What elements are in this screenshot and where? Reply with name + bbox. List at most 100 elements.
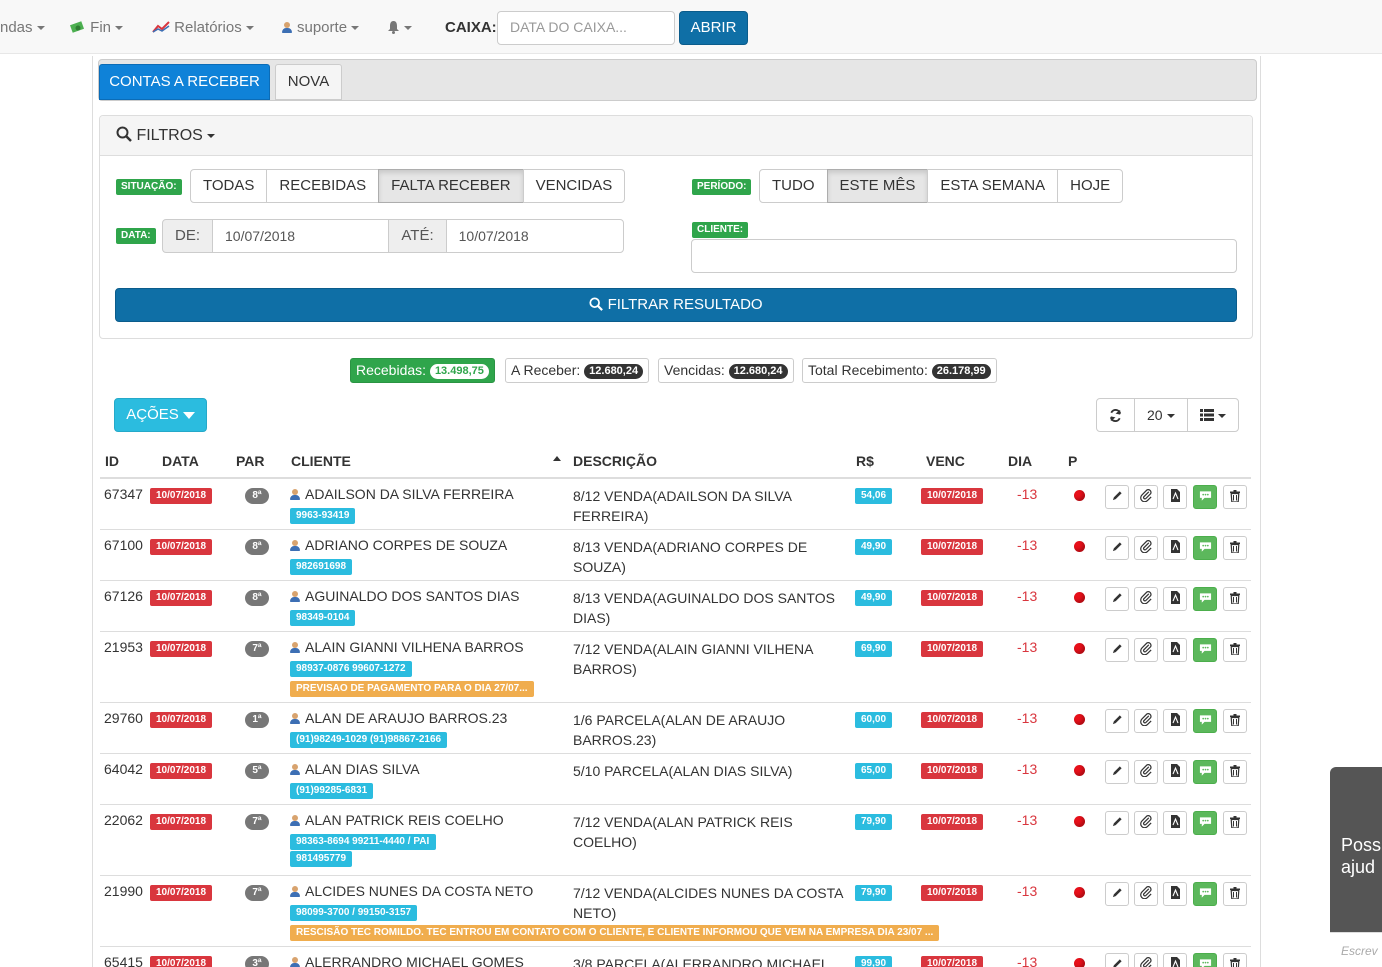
- col-header-descricao[interactable]: DESCRIÇÃO: [573, 453, 657, 469]
- row-cliente[interactable]: ALAN DIAS SILVA: [290, 761, 420, 777]
- pdf-button[interactable]: [1163, 882, 1187, 906]
- message-button[interactable]: [1193, 760, 1217, 784]
- pencil-icon: [1112, 816, 1123, 830]
- message-button[interactable]: [1193, 587, 1217, 611]
- nav-notifications-menu[interactable]: [387, 19, 412, 36]
- attach-button[interactable]: [1134, 709, 1158, 733]
- col-header-par[interactable]: PAR: [236, 453, 265, 469]
- delete-button[interactable]: [1223, 953, 1247, 967]
- row-phone-badge: 98099-3700 / 99150-3157: [290, 905, 418, 921]
- caixa-date-input[interactable]: DATA DO CAIXA...: [497, 11, 675, 45]
- col-header-dia[interactable]: DIA: [1008, 453, 1032, 469]
- attach-button[interactable]: [1134, 485, 1158, 509]
- pdf-button[interactable]: [1163, 811, 1187, 835]
- col-header-data[interactable]: DATA: [162, 453, 199, 469]
- tab-contas-a-receber[interactable]: CONTAS A RECEBER: [99, 64, 270, 100]
- col-header-valor[interactable]: R$: [856, 453, 874, 469]
- message-button[interactable]: [1193, 811, 1217, 835]
- pdf-button[interactable]: [1163, 536, 1187, 560]
- status-dot-icon: [1074, 887, 1085, 898]
- message-button[interactable]: [1193, 485, 1217, 509]
- row-valor-badge: 49,90: [855, 539, 893, 555]
- abrir-caixa-button[interactable]: ABRIR: [679, 11, 748, 45]
- de-date-input[interactable]: 10/07/2018: [212, 219, 390, 253]
- row-descricao: 8/12 VENDA(ADAILSON DA SILVA FERREIRA): [573, 486, 792, 526]
- tab-nova[interactable]: NOVA: [275, 64, 342, 100]
- situacao-recebidas-button[interactable]: RECEBIDAS: [266, 169, 380, 203]
- edit-button[interactable]: [1105, 709, 1129, 733]
- row-cliente[interactable]: ALAIN GIANNI VILHENA BARROS: [290, 639, 524, 655]
- sort-asc-icon[interactable]: [553, 456, 561, 461]
- trash-icon: [1230, 886, 1240, 902]
- periodo-tudo-button[interactable]: TUDO: [759, 169, 828, 203]
- acoes-button[interactable]: AÇÕES: [114, 398, 207, 432]
- nav-fin-menu[interactable]: Fin: [69, 19, 124, 36]
- col-header-p[interactable]: P: [1068, 453, 1077, 469]
- edit-button[interactable]: [1105, 485, 1129, 509]
- delete-button[interactable]: [1223, 760, 1247, 784]
- row-cliente[interactable]: ADRIANO CORPES DE SOUZA: [290, 537, 507, 553]
- attach-button[interactable]: [1134, 953, 1158, 967]
- nav-suporte-menu[interactable]: suporte: [282, 19, 360, 36]
- pdf-button[interactable]: [1163, 953, 1187, 967]
- edit-button[interactable]: [1105, 882, 1129, 906]
- attach-button[interactable]: [1134, 760, 1158, 784]
- ate-date-input[interactable]: 10/07/2018: [445, 219, 624, 253]
- message-button[interactable]: [1193, 882, 1217, 906]
- attach-button[interactable]: [1134, 638, 1158, 662]
- delete-button[interactable]: [1223, 709, 1247, 733]
- edit-button[interactable]: [1105, 536, 1129, 560]
- row-cliente[interactable]: ADAILSON DA SILVA FERREIRA: [290, 486, 514, 502]
- refresh-button[interactable]: [1096, 398, 1135, 432]
- row-cliente[interactable]: ALAN DE ARAUJO BARROS.23: [290, 710, 507, 726]
- edit-button[interactable]: [1105, 953, 1129, 967]
- nav-relatorios-menu[interactable]: Relatórios: [152, 19, 254, 36]
- message-button[interactable]: [1193, 953, 1217, 967]
- attach-button[interactable]: [1134, 882, 1158, 906]
- attach-button[interactable]: [1134, 811, 1158, 835]
- attach-button[interactable]: [1134, 536, 1158, 560]
- delete-button[interactable]: [1223, 485, 1247, 509]
- message-button[interactable]: [1193, 536, 1217, 560]
- edit-button[interactable]: [1105, 587, 1129, 611]
- date-range-group: DE: 10/07/2018 ATÉ: 10/07/2018: [162, 219, 624, 253]
- row-cliente[interactable]: ALERRANDRO MICHAEL GOMES: [290, 954, 524, 967]
- filters-toggle[interactable]: FILTROS: [116, 126, 215, 145]
- col-header-venc[interactable]: VENC: [926, 453, 965, 469]
- message-button[interactable]: [1193, 638, 1217, 662]
- col-header-id[interactable]: ID: [105, 453, 119, 469]
- delete-button[interactable]: [1223, 587, 1247, 611]
- pdf-button[interactable]: [1163, 709, 1187, 733]
- row-parcela-badge: 8ª: [245, 488, 269, 504]
- cliente-input[interactable]: [691, 239, 1237, 273]
- edit-button[interactable]: [1105, 811, 1129, 835]
- row-cliente[interactable]: ALAN PATRICK REIS COELHO: [290, 812, 504, 828]
- periodo-este-mes-button[interactable]: ESTE MÊS: [826, 169, 929, 203]
- situacao-todas-button[interactable]: TODAS: [190, 169, 268, 203]
- nav-vendas-menu[interactable]: ndas: [0, 19, 45, 36]
- message-button[interactable]: [1193, 709, 1217, 733]
- edit-button[interactable]: [1105, 638, 1129, 662]
- pdf-button[interactable]: [1163, 760, 1187, 784]
- delete-button[interactable]: [1223, 536, 1247, 560]
- situacao-vencidas-button[interactable]: VENCIDAS: [522, 169, 626, 203]
- pdf-button[interactable]: [1163, 587, 1187, 611]
- filtrar-resultado-button[interactable]: FILTRAR RESULTADO: [115, 288, 1237, 322]
- pdf-button[interactable]: [1163, 638, 1187, 662]
- periodo-hoje-button[interactable]: HOJE: [1057, 169, 1124, 203]
- delete-button[interactable]: [1223, 811, 1247, 835]
- row-descricao: 8/13 VENDA(AGUINALDO DOS SANTOS DIAS): [573, 588, 835, 628]
- attach-button[interactable]: [1134, 587, 1158, 611]
- periodo-esta-semana-button[interactable]: ESTA SEMANA: [927, 169, 1059, 203]
- col-header-cliente[interactable]: CLIENTE: [291, 453, 351, 469]
- page-size-select[interactable]: 20: [1134, 398, 1188, 432]
- row-cliente[interactable]: AGUINALDO DOS SANTOS DIAS: [290, 588, 519, 604]
- situacao-falta-receber-button[interactable]: FALTA RECEBER: [378, 169, 524, 203]
- row-cliente[interactable]: ALCIDES NUNES DA COSTA NETO: [290, 883, 533, 899]
- edit-button[interactable]: [1105, 760, 1129, 784]
- columns-toggle-button[interactable]: [1186, 398, 1239, 432]
- pdf-button[interactable]: [1163, 485, 1187, 509]
- delete-button[interactable]: [1223, 638, 1247, 662]
- delete-button[interactable]: [1223, 882, 1247, 906]
- chat-input[interactable]: Escrev: [1330, 932, 1382, 967]
